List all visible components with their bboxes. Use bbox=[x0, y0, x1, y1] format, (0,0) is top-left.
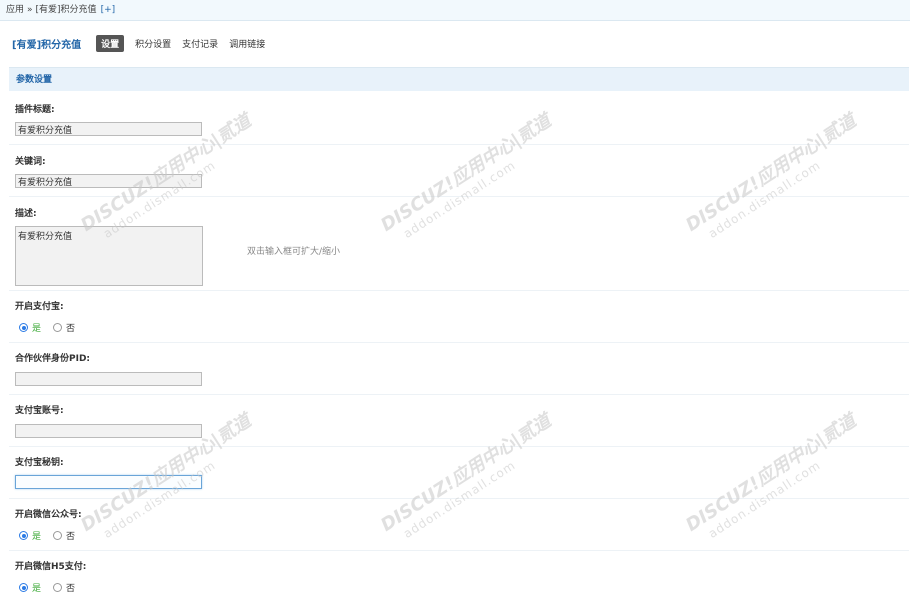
tab-credit-settings[interactable]: 积分设置 bbox=[135, 37, 171, 50]
alipay-enable-label: 开启支付宝: bbox=[15, 302, 64, 312]
breadcrumb-root[interactable]: 应用 bbox=[6, 5, 24, 15]
page-header: [有爱]积分充值 设置 积分设置 支付记录 调用链接 bbox=[12, 34, 276, 52]
divider bbox=[9, 446, 909, 447]
divider bbox=[9, 144, 909, 145]
wechat-mp-enable-yes-label[interactable]: 是 bbox=[32, 529, 41, 542]
plugin-title-input[interactable] bbox=[15, 122, 202, 136]
watermark: DISCUZ!应用中心|贰道 addon.dismall.com bbox=[682, 110, 860, 241]
wechat-mp-enable-no-label[interactable]: 否 bbox=[66, 529, 75, 542]
wechat-h5-enable-radio-group: 是 否 bbox=[19, 581, 87, 594]
watermark: DISCUZ!应用中心|贰道 addon.dismall.com bbox=[682, 410, 860, 541]
partner-pid-input[interactable] bbox=[15, 372, 202, 386]
description-textarea[interactable]: 有爱积分充值 bbox=[15, 226, 203, 286]
divider bbox=[9, 196, 909, 197]
tab-call-links[interactable]: 调用链接 bbox=[229, 37, 265, 50]
divider bbox=[9, 342, 909, 343]
alipay-enable-yes-radio[interactable] bbox=[19, 323, 28, 332]
description-hint: 双击输入框可扩大/缩小 bbox=[247, 247, 341, 257]
wechat-mp-enable-label: 开启微信公众号: bbox=[15, 510, 82, 520]
tab-payment-records[interactable]: 支付记录 bbox=[182, 37, 218, 50]
wechat-h5-enable-no-label[interactable]: 否 bbox=[66, 581, 75, 594]
partner-pid-label: 合作伙伴身份PID: bbox=[15, 354, 91, 364]
add-shortcut-link[interactable]: [+] bbox=[101, 5, 116, 15]
wechat-h5-enable-label: 开启微信H5支付: bbox=[15, 562, 87, 572]
alipay-key-label: 支付宝秘钥: bbox=[15, 458, 64, 468]
alipay-enable-no-radio[interactable] bbox=[53, 323, 63, 332]
alipay-enable-yes-label[interactable]: 是 bbox=[32, 321, 41, 334]
alipay-enable-no-label[interactable]: 否 bbox=[66, 321, 75, 334]
page-title: [有爱]积分充值 bbox=[12, 39, 82, 51]
keywords-label: 关键词: bbox=[15, 157, 46, 167]
plugin-title-label: 插件标题: bbox=[15, 105, 55, 115]
breadcrumb-separator: » bbox=[27, 5, 33, 15]
section-title: 参数设置 bbox=[9, 67, 909, 91]
divider bbox=[9, 550, 909, 551]
wechat-mp-enable-no-radio[interactable] bbox=[53, 531, 63, 540]
breadcrumb-current: [有爱]积分充值 bbox=[35, 5, 97, 15]
wechat-h5-enable-yes-radio[interactable] bbox=[19, 583, 28, 592]
wechat-mp-enable-radio-group: 是 否 bbox=[19, 529, 87, 542]
alipay-account-input[interactable] bbox=[15, 424, 202, 438]
watermark: DISCUZ!应用中心|贰道 addon.dismall.com bbox=[377, 410, 555, 541]
alipay-account-label: 支付宝账号: bbox=[15, 406, 64, 416]
divider bbox=[9, 290, 909, 291]
wechat-mp-enable-yes-radio[interactable] bbox=[19, 531, 28, 540]
wechat-h5-enable-yes-label[interactable]: 是 bbox=[32, 581, 41, 594]
divider bbox=[9, 498, 909, 499]
divider bbox=[9, 394, 909, 395]
tab-settings[interactable]: 设置 bbox=[96, 34, 125, 52]
breadcrumb: 应用» [有爱]积分充值 [+] bbox=[0, 0, 910, 21]
keywords-input[interactable] bbox=[15, 174, 202, 188]
alipay-enable-radio-group: 是 否 bbox=[19, 321, 87, 334]
description-label: 描述: bbox=[15, 209, 37, 219]
alipay-key-input[interactable] bbox=[15, 475, 202, 489]
wechat-h5-enable-no-radio[interactable] bbox=[53, 583, 63, 592]
watermark: DISCUZ!应用中心|贰道 addon.dismall.com bbox=[377, 110, 555, 241]
